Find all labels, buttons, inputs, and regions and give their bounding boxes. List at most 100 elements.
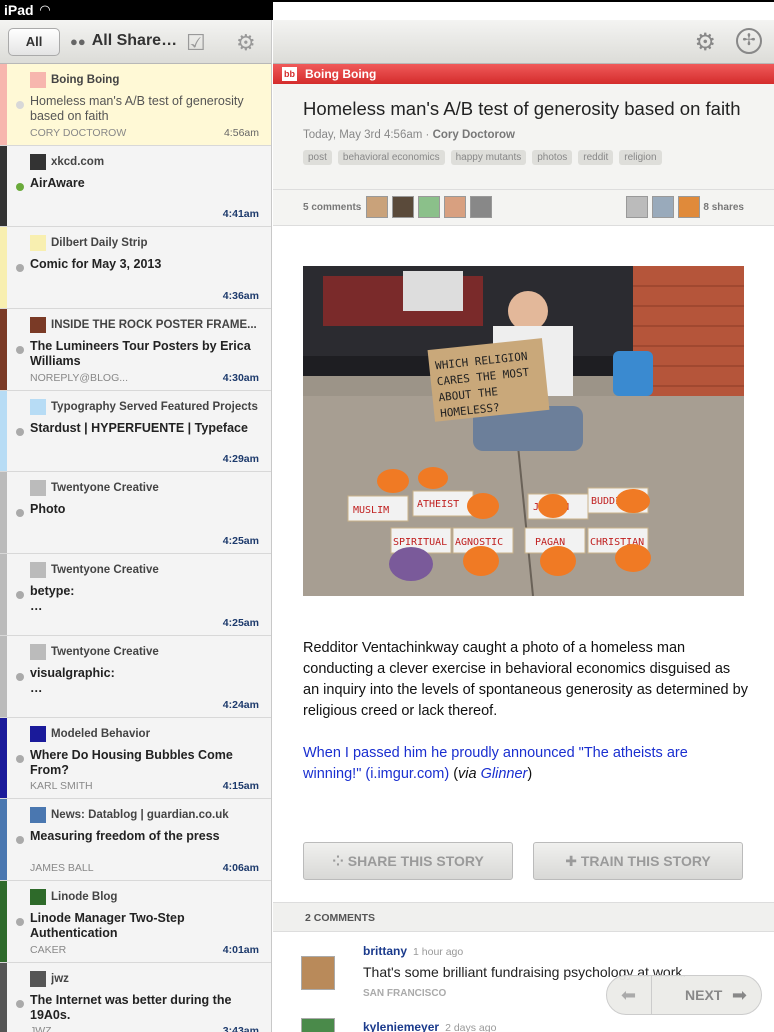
- share-icon: ⁘: [332, 853, 348, 869]
- feed-favicon-icon: [30, 235, 46, 252]
- avatar[interactable]: [470, 196, 492, 218]
- via-link[interactable]: Glinner: [481, 766, 528, 782]
- comment-author-name[interactable]: kyleniemeyer: [363, 1020, 439, 1032]
- story-row[interactable]: Boing Boing Homeless man's A/B test of ge…: [0, 64, 271, 146]
- social-bar: 5 comments 8 shares: [273, 190, 774, 226]
- feed-favicon-icon: [30, 153, 46, 170]
- back-all-button[interactable]: All: [8, 28, 60, 56]
- avatar[interactable]: [652, 196, 674, 218]
- article-body: Redditor Ventachinkway caught a photo of…: [303, 640, 748, 719]
- feed-color-bar: [0, 880, 7, 962]
- story-row[interactable]: xkcd.com AirAware 4:41am: [0, 145, 271, 228]
- story-author: NOREPLY@BLOG...: [30, 371, 128, 384]
- feed-title: ●● All Share…: [70, 32, 177, 50]
- comment-author-name[interactable]: brittany: [363, 944, 407, 958]
- tag[interactable]: happy mutants: [450, 150, 527, 165]
- story-row[interactable]: Modeled Behavior Where Do Housing Bubbles…: [0, 717, 271, 800]
- tag[interactable]: religion: [619, 150, 662, 165]
- avatar[interactable]: [418, 196, 440, 218]
- feed-color-bar: [0, 962, 7, 1032]
- avatar[interactable]: [301, 1018, 335, 1032]
- story-title: The Lumineers Tour Posters by Erica Will…: [30, 339, 251, 369]
- previous-arrow-icon[interactable]: ⬅: [621, 985, 636, 1006]
- share-story-label: SHARE THIS STORY: [347, 853, 484, 869]
- story-row[interactable]: Typography Served Featured Projects Stard…: [0, 390, 271, 473]
- story-navigation: ⬅ NEXT ➡: [606, 975, 762, 1015]
- story-list: Boing Boing Homeless man's A/B test of ge…: [0, 64, 271, 1032]
- story-row[interactable]: INSIDE THE ROCK POSTER FRAME... The Lumin…: [0, 309, 271, 391]
- gear-icon[interactable]: ⚙: [236, 30, 256, 56]
- read-status-dot: [16, 672, 24, 681]
- people-icon: ●●: [70, 33, 86, 49]
- story-row[interactable]: Linode Blog Linode Manager Two-Step Authe…: [0, 880, 271, 963]
- story-time: 4:25am: [222, 535, 259, 548]
- avatar[interactable]: [444, 196, 466, 218]
- story-row[interactable]: Twentyone Creative Photo 4:25am: [0, 472, 271, 555]
- photo-label: ATHEIST: [417, 499, 459, 510]
- feed-color-bar: [0, 309, 7, 390]
- story-title: visualgraphic: …: [30, 665, 115, 695]
- story-title: Photo: [30, 502, 66, 517]
- article-author: Cory Doctorow: [432, 129, 515, 141]
- story-title: Where Do Housing Bubbles Come From?: [30, 747, 233, 777]
- next-arrow-icon[interactable]: ➡: [732, 985, 747, 1006]
- read-status-dot: [16, 591, 24, 600]
- share-story-button[interactable]: ⁘ SHARE THIS STORY: [303, 842, 513, 880]
- story-feed-name: Twentyone Creative: [51, 564, 159, 577]
- read-status-dot: [16, 427, 24, 436]
- feed-color-bar: [0, 554, 7, 635]
- story-time: 4:41am: [222, 208, 259, 221]
- sharer-avatars: [626, 196, 700, 218]
- mark-read-icon[interactable]: ☑: [186, 30, 206, 56]
- tag[interactable]: reddit: [578, 150, 614, 165]
- feed-favicon-icon: [30, 562, 46, 579]
- story-row[interactable]: jwz The Internet was better during the 19…: [0, 962, 271, 1032]
- photo-label: SPIRITUAL: [393, 537, 447, 548]
- avatar[interactable]: [301, 956, 335, 990]
- feed-banner: bb Boing Boing: [273, 64, 774, 84]
- feed-color-bar: [0, 799, 7, 880]
- story-time: 4:24am: [222, 698, 259, 711]
- story-title: AirAware: [30, 175, 85, 190]
- compass-icon[interactable]: ✢: [736, 28, 762, 54]
- story-row[interactable]: News: Datablog | guardian.co.uk Measuring…: [0, 799, 271, 881]
- story-row[interactable]: Twentyone Creative betype: … 4:25am: [0, 554, 271, 636]
- article-title[interactable]: Homeless man's A/B test of generosity ba…: [303, 98, 744, 120]
- read-status-dot: [16, 509, 24, 518]
- comment-author[interactable]: brittany 1 hour ago: [363, 944, 463, 958]
- next-button[interactable]: NEXT: [685, 987, 722, 1003]
- comment-time: 1 hour ago: [413, 946, 464, 958]
- read-status-dot: [16, 754, 24, 763]
- avatar[interactable]: [678, 196, 700, 218]
- puzzle-icon: ✚: [565, 853, 581, 869]
- photo-label: MUSLIM: [353, 505, 389, 516]
- boing-boing-logo: bb: [282, 67, 297, 81]
- story-title: The Internet was better during the 19A0s…: [30, 992, 232, 1022]
- settings-gear-icon[interactable]: ⚙: [694, 28, 716, 57]
- read-status-dot: [16, 182, 24, 191]
- story-feed-name: Twentyone Creative: [51, 482, 159, 495]
- article-date: Today, May 3rd 4:56am: [303, 129, 423, 141]
- story-author: CAKER: [30, 943, 67, 956]
- comment-author[interactable]: kyleniemeyer 2 days ago: [363, 1020, 496, 1032]
- avatar[interactable]: [392, 196, 414, 218]
- story-author: JAMES BALL: [30, 861, 94, 874]
- story-list-toolbar: All ●● All Share… ☑ ⚙: [0, 20, 271, 64]
- tag[interactable]: post: [303, 150, 332, 165]
- avatar[interactable]: [626, 196, 648, 218]
- story-row[interactable]: Twentyone Creative visualgraphic: … 4:24am: [0, 635, 271, 718]
- shares-count[interactable]: 8 shares: [703, 202, 744, 213]
- story-row[interactable]: Dilbert Daily Strip Comic for May 3, 2013…: [0, 227, 271, 310]
- tag[interactable]: photos: [532, 150, 573, 165]
- tag[interactable]: behavioral economics: [337, 150, 445, 165]
- feed-title-label: All Share…: [91, 32, 178, 49]
- story-feed-name: Twentyone Creative: [51, 645, 159, 658]
- avatar[interactable]: [366, 196, 388, 218]
- comment-time: 2 days ago: [445, 1022, 497, 1032]
- story-time: 4:36am: [222, 290, 259, 303]
- story-title: Stardust | HYPERFUENTE | Typeface: [30, 420, 248, 435]
- train-story-button[interactable]: ✚ TRAIN THIS STORY: [533, 842, 743, 880]
- comments-count[interactable]: 5 comments: [303, 202, 361, 213]
- via-label: via: [458, 766, 481, 782]
- story-author: CORY DOCTOROW: [30, 126, 127, 139]
